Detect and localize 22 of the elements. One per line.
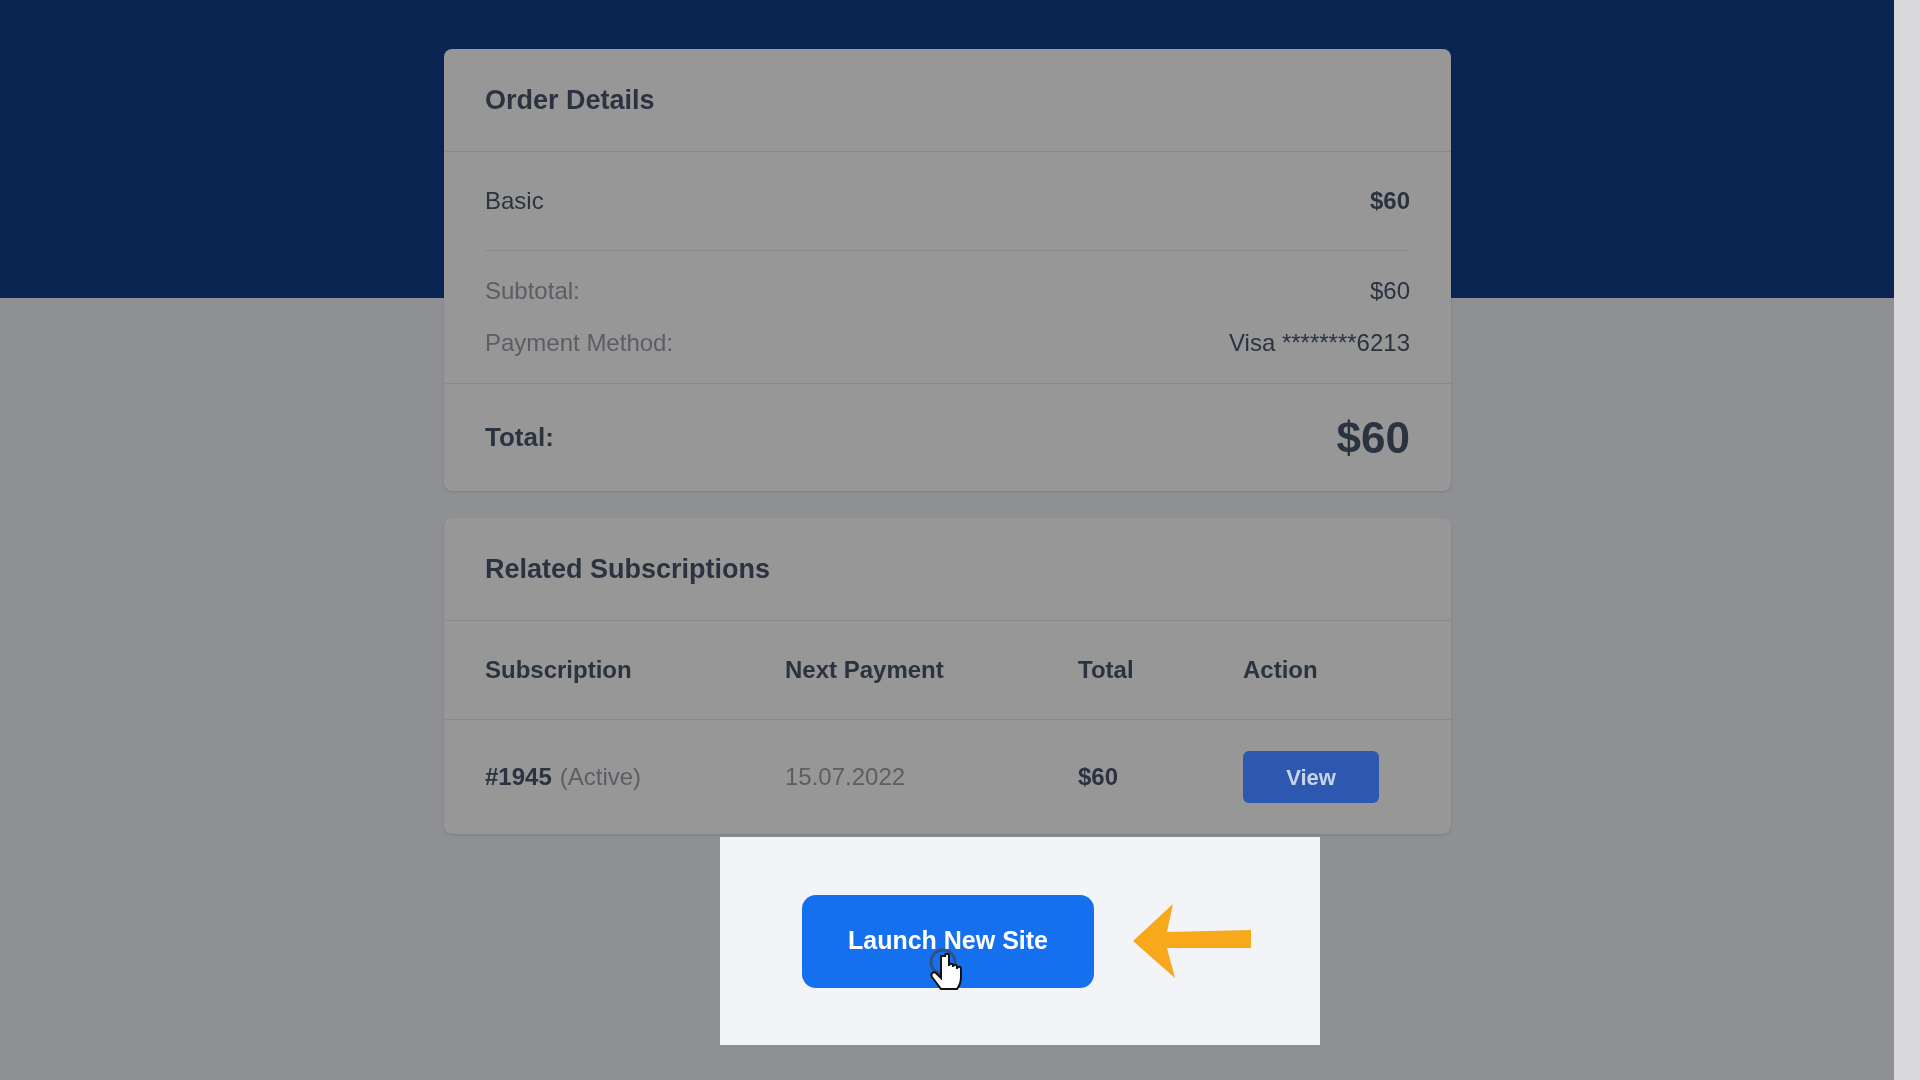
table-cell: 15.07.2022	[785, 763, 906, 790]
column-header: Action	[1243, 655, 1319, 685]
card-title: Related Subscriptions	[485, 552, 771, 586]
item-name: Basic	[485, 186, 544, 216]
table-cell: $60	[1078, 763, 1119, 790]
item-price: $60	[1369, 186, 1410, 216]
scrollbar[interactable]	[1894, 0, 1920, 1080]
total-label: Total:	[485, 421, 554, 454]
launch-button[interactable]: Launch New Site	[802, 894, 1094, 988]
summary-value: $60	[1369, 276, 1410, 306]
summary-label: Payment Method:	[485, 328, 674, 358]
column-header: Next Payment	[785, 655, 945, 685]
view-button[interactable]: View	[1243, 751, 1379, 803]
summary-value: Visa ********6213	[1228, 328, 1410, 358]
column-header: Subscription	[485, 655, 633, 685]
arrow-icon	[1133, 904, 1251, 978]
total-value: $60	[1336, 411, 1410, 464]
subscription-id: #1945	[485, 762, 552, 792]
column-header: Total	[1078, 655, 1135, 685]
subscription-status: (Active)	[559, 762, 642, 792]
card-title: Order Details	[485, 83, 655, 117]
summary-label: Subtotal:	[485, 276, 580, 306]
